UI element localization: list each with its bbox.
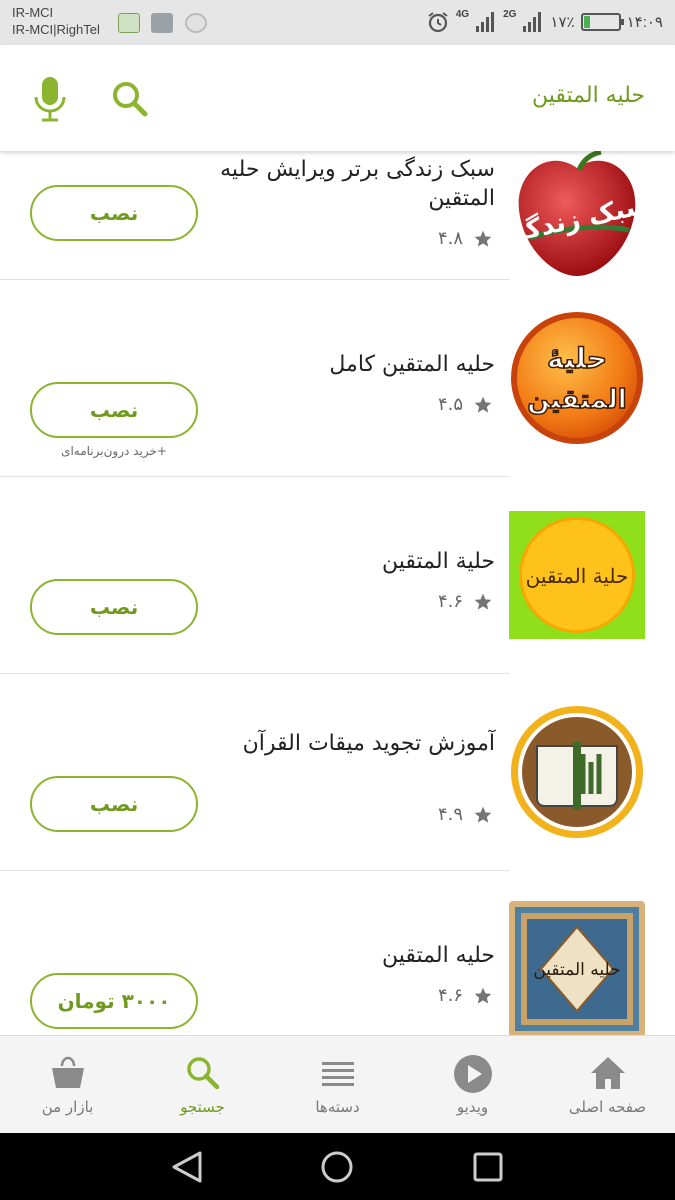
app-rating: ۴.۸ bbox=[438, 228, 493, 249]
list-item[interactable]: حلیة المتقین حلیة المتقین ۴.۶ نصب bbox=[0, 477, 675, 674]
install-button[interactable]: نصب bbox=[30, 579, 198, 635]
install-button[interactable]: نصب bbox=[30, 185, 198, 241]
rating-value: ۴.۸ bbox=[437, 228, 463, 249]
signal-icon-1 bbox=[476, 12, 495, 32]
battery-percent: ۱۷٪ bbox=[550, 14, 575, 31]
app-name[interactable]: حلیة المتقین bbox=[195, 547, 495, 576]
app-icon-hilyah-complete[interactable]: حلیهٔ المتقین bbox=[509, 310, 645, 446]
battery-fill bbox=[583, 16, 590, 28]
in-app-purchase-note: +خرید درون‌برنامه‌ای bbox=[61, 444, 167, 458]
app-rating: ۴.۶ bbox=[438, 985, 493, 1006]
carrier-text: IR-MCI IR-MCI|RighTel bbox=[12, 4, 100, 38]
signal-icon-2 bbox=[523, 12, 542, 32]
nav-categories[interactable]: دسته‌ها bbox=[270, 1036, 405, 1134]
battery-icon bbox=[580, 13, 624, 31]
play-icon bbox=[453, 1055, 492, 1093]
rating-value: ۴.۵ bbox=[437, 394, 463, 415]
list-item[interactable]: سبک زندگی سبک زندگی برتر ویرایش حلیه الم… bbox=[0, 151, 675, 280]
clock: ۱۴:۰۹ bbox=[626, 14, 663, 31]
list-item[interactable]: آموزش تجوید میقات القرآن ۴.۹ نصب bbox=[0, 674, 675, 871]
app-icon-tajweed-quran[interactable] bbox=[509, 704, 645, 840]
carrier-line-2: IR-MCI|RighTel bbox=[12, 22, 100, 37]
search-icon bbox=[186, 1057, 219, 1090]
nav-home[interactable]: صفحه اصلی bbox=[540, 1036, 675, 1134]
system-navigation-bar bbox=[0, 1133, 675, 1200]
list-icon bbox=[321, 1062, 354, 1086]
status-right-group: 4G 2G ۱۷٪ ۱۴:۰۹ bbox=[426, 9, 663, 35]
app-name[interactable]: حلیه المتقین bbox=[195, 941, 495, 970]
app-icon-text: حلیة المتقین bbox=[526, 564, 629, 588]
search-icon[interactable] bbox=[108, 77, 152, 121]
app-rating: ۴.۵ bbox=[438, 394, 493, 415]
app-icon-hilyah[interactable]: حلیة المتقین bbox=[509, 511, 645, 639]
alarm-icon bbox=[428, 12, 448, 33]
app-name[interactable]: سبک زندگی برتر ویرایش حلیه المتقین bbox=[195, 155, 495, 213]
nav-video[interactable]: ویدیو bbox=[405, 1036, 540, 1134]
list-item[interactable]: حلیهٔ المتقین حلیه المتقین کامل ۴.۵ نصب … bbox=[0, 280, 675, 477]
gallery-icon bbox=[151, 13, 173, 33]
back-icon[interactable] bbox=[168, 1149, 208, 1185]
rating-value: ۴.۶ bbox=[437, 985, 463, 1006]
status-bar: IR-MCI IR-MCI|RighTel 4G 2G ۱۷٪ ۱۴:۰۹ bbox=[0, 0, 675, 45]
star-icon bbox=[474, 593, 492, 610]
app-icon-hilyah-paid[interactable]: حلیه المتقین bbox=[509, 901, 645, 1035]
star-icon bbox=[474, 987, 492, 1004]
star-icon bbox=[474, 230, 492, 247]
search-query-title[interactable]: حلیه المتقین bbox=[532, 83, 645, 108]
app-name[interactable]: حلیه المتقین کامل bbox=[195, 350, 495, 379]
app-result-list[interactable]: سبک زندگی سبک زندگی برتر ویرایش حلیه الم… bbox=[0, 151, 675, 1035]
notification-app-icon bbox=[118, 13, 140, 33]
price-button[interactable]: ۳۰۰۰ تومان bbox=[30, 973, 198, 1029]
app-icon-text: المتقین bbox=[527, 385, 626, 415]
network-type-1: 4G bbox=[455, 9, 470, 20]
bottom-navigation: بازار من جستجو دسته‌ها ویدیو صفحه اصلی bbox=[0, 1035, 675, 1133]
star-icon bbox=[474, 806, 492, 823]
top-app-bar: حلیه المتقین bbox=[0, 45, 675, 151]
home-button-icon[interactable] bbox=[318, 1149, 356, 1185]
app-icon-lifestyle[interactable]: سبک زندگی bbox=[509, 151, 645, 284]
bag-icon bbox=[51, 1056, 84, 1088]
home-icon bbox=[590, 1057, 625, 1089]
nav-label: بازار من bbox=[41, 1098, 94, 1116]
install-button[interactable]: نصب bbox=[30, 382, 198, 438]
network-type-2: 2G bbox=[503, 9, 517, 20]
nav-label: جستجو bbox=[180, 1098, 225, 1116]
rating-value: ۴.۹ bbox=[437, 804, 463, 825]
recents-icon[interactable] bbox=[470, 1149, 506, 1185]
install-button[interactable]: نصب bbox=[30, 776, 198, 832]
nav-label: ویدیو bbox=[456, 1098, 489, 1116]
app-rating: ۴.۶ bbox=[438, 591, 493, 612]
star-icon bbox=[474, 396, 492, 413]
app-name[interactable]: آموزش تجوید میقات القرآن bbox=[195, 729, 495, 758]
nav-label: صفحه اصلی bbox=[568, 1098, 647, 1116]
app-icon-text: حلیهٔ bbox=[547, 342, 607, 375]
app-icon-text: حلیه المتقین bbox=[533, 960, 620, 980]
notification-badge-icon bbox=[185, 13, 207, 33]
mic-icon[interactable] bbox=[30, 75, 70, 123]
app-rating: ۴.۹ bbox=[438, 804, 493, 825]
carrier-line-1: IR-MCI bbox=[12, 5, 54, 20]
nav-search[interactable]: جستجو bbox=[135, 1036, 270, 1134]
nav-label: دسته‌ها bbox=[315, 1098, 360, 1116]
rating-value: ۴.۶ bbox=[437, 591, 463, 612]
nav-my-market[interactable]: بازار من bbox=[0, 1036, 135, 1134]
list-item[interactable]: حلیه المتقین حلیه المتقین ۴.۶ ۳۰۰۰ تومان bbox=[0, 871, 675, 1035]
